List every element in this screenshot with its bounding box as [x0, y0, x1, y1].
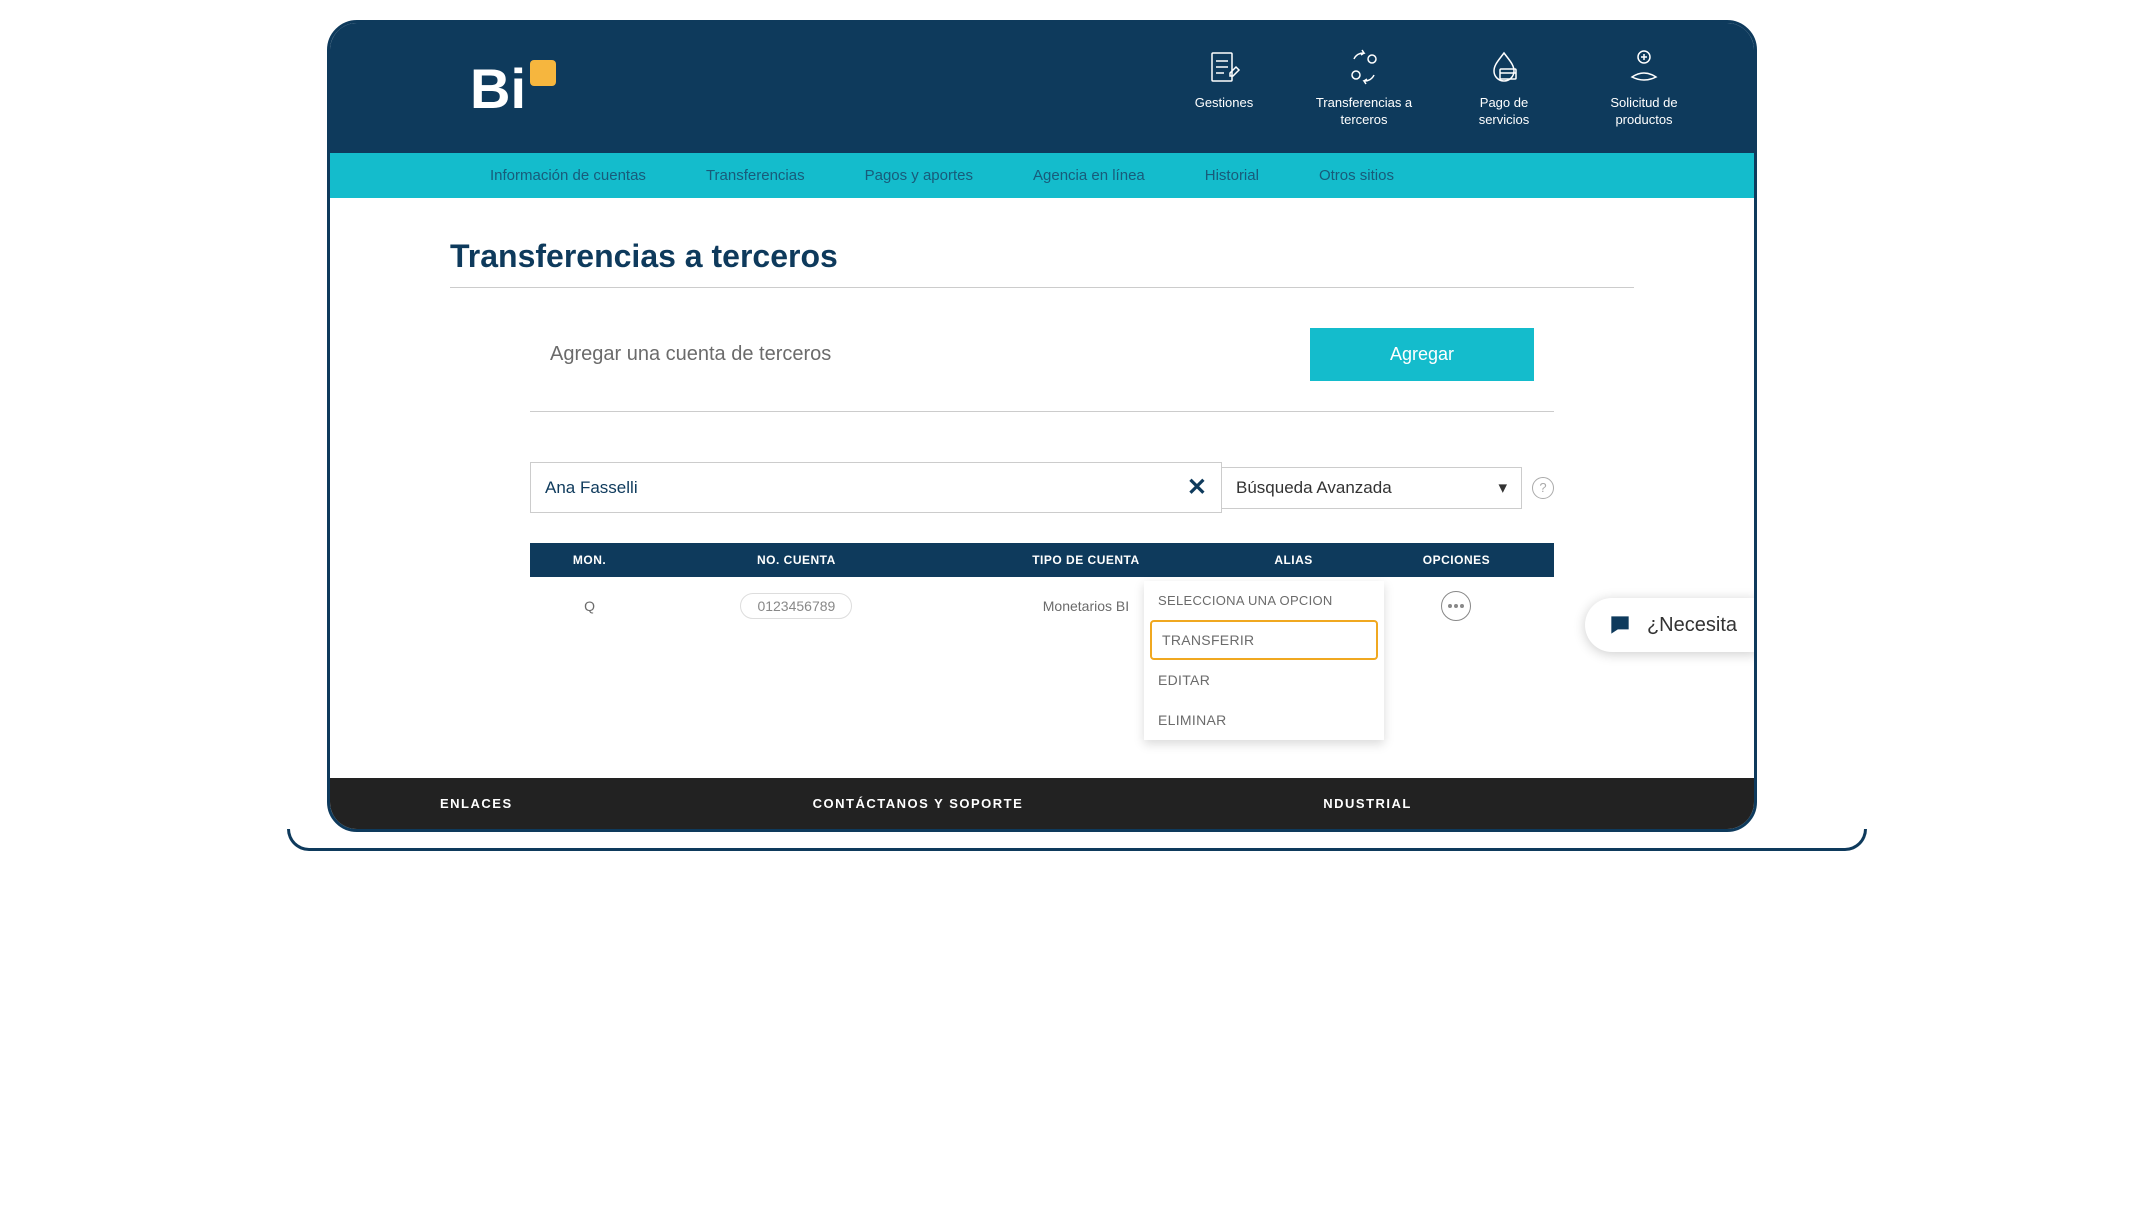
logo: Bi	[470, 56, 556, 121]
top-action-solicitud[interactable]: Solicitud de productos	[1594, 47, 1694, 129]
cell-account: 0123456789	[649, 577, 944, 635]
add-button[interactable]: Agregar	[1310, 328, 1534, 381]
top-action-label: Pago de servicios	[1454, 95, 1554, 129]
add-account-label: Agregar una cuenta de terceros	[550, 343, 831, 366]
advanced-search-select[interactable]: Búsqueda Avanzada ▾	[1222, 467, 1522, 509]
chat-label: ¿Necesita	[1647, 614, 1737, 637]
hand-plus-icon	[1624, 47, 1664, 87]
col-alias: ALIAS	[1228, 543, 1359, 577]
menu-item-pagos[interactable]: Pagos y aportes	[865, 167, 973, 184]
top-actions: Gestiones Transferencias a terceros Pago…	[1174, 47, 1694, 129]
menu-item-info-cuentas[interactable]: Información de cuentas	[490, 167, 646, 184]
chat-bubble-icon	[1607, 612, 1633, 638]
laptop-base	[287, 829, 1867, 851]
dropdown-item-editar[interactable]: EDITAR	[1144, 660, 1384, 700]
footer-links[interactable]: ENLACES	[440, 796, 513, 811]
options-button[interactable]	[1441, 591, 1471, 621]
menu-bar: Información de cuentas Transferencias Pa…	[330, 153, 1754, 198]
footer: ENLACES CONTÁCTANOS Y SOPORTE NDUSTRIAL	[330, 778, 1754, 829]
page-title: Transferencias a terceros	[450, 238, 1634, 288]
dropdown-item-eliminar[interactable]: ELIMINAR	[1144, 700, 1384, 740]
clear-search-icon[interactable]: ✕	[1187, 473, 1207, 502]
chat-widget[interactable]: ¿Necesita	[1585, 598, 1757, 652]
menu-item-transferencias[interactable]: Transferencias	[706, 167, 805, 184]
top-action-transferencias[interactable]: Transferencias a terceros	[1314, 47, 1414, 129]
menu-item-historial[interactable]: Historial	[1205, 167, 1259, 184]
col-mon: MON.	[530, 543, 649, 577]
footer-right: NDUSTRIAL	[1323, 796, 1412, 811]
menu-item-otros[interactable]: Otros sitios	[1319, 167, 1394, 184]
search-row: ✕ Búsqueda Avanzada ▾ ?	[530, 462, 1554, 513]
table-row: Q 0123456789 Monetarios BI	[530, 577, 1554, 635]
transfer-arrows-icon	[1344, 47, 1384, 87]
add-account-row: Agregar una cuenta de terceros Agregar	[530, 328, 1554, 412]
col-account: NO. CUENTA	[649, 543, 944, 577]
options-dropdown: SELECCIONA UNA OPCION TRANSFERIR EDITAR …	[1144, 581, 1384, 740]
chevron-down-icon: ▾	[1498, 478, 1507, 498]
top-action-gestiones[interactable]: Gestiones	[1174, 47, 1274, 129]
footer-contact[interactable]: CONTÁCTANOS Y SOPORTE	[813, 796, 1024, 811]
col-type: TIPO DE CUENTA	[944, 543, 1229, 577]
document-edit-icon	[1204, 47, 1244, 87]
top-action-label: Solicitud de productos	[1594, 95, 1694, 129]
dropdown-item-transferir[interactable]: TRANSFERIR	[1150, 620, 1378, 660]
cell-options	[1359, 577, 1554, 635]
accounts-table-wrap: MON. NO. CUENTA TIPO DE CUENTA ALIAS OPC…	[530, 543, 1554, 635]
top-action-label: Transferencias a terceros	[1314, 95, 1414, 129]
dropdown-header: SELECCIONA UNA OPCION	[1144, 581, 1384, 620]
cell-mon: Q	[530, 577, 649, 635]
main-content: Transferencias a terceros Agregar una cu…	[330, 198, 1754, 718]
logo-text: Bi	[470, 56, 526, 121]
help-icon[interactable]: ?	[1532, 477, 1554, 499]
top-action-label: Gestiones	[1195, 95, 1254, 112]
advanced-search-label: Búsqueda Avanzada	[1236, 478, 1392, 498]
menu-item-agencia[interactable]: Agencia en línea	[1033, 167, 1145, 184]
search-input[interactable]	[545, 478, 1187, 498]
col-options: OPCIONES	[1359, 543, 1554, 577]
accounts-table: MON. NO. CUENTA TIPO DE CUENTA ALIAS OPC…	[530, 543, 1554, 635]
top-action-pago[interactable]: Pago de servicios	[1454, 47, 1554, 129]
drop-card-icon	[1484, 47, 1524, 87]
account-chip: 0123456789	[740, 593, 852, 619]
top-bar: Bi Gestiones Transferencias a terceros P…	[330, 23, 1754, 153]
logo-square-icon	[530, 60, 556, 86]
search-box: ✕	[530, 462, 1222, 513]
